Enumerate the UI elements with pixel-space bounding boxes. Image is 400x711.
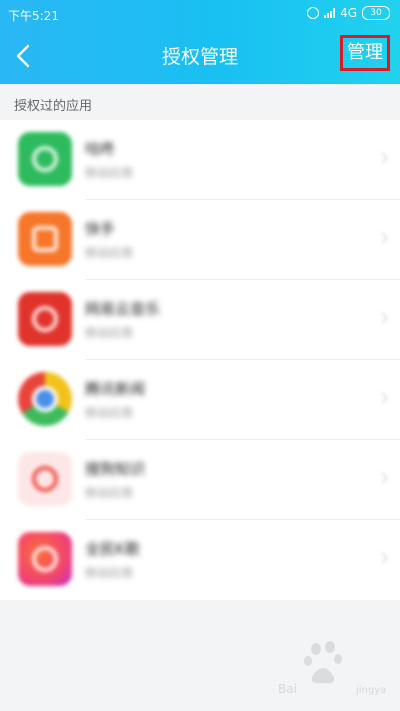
- app-name: 咕咚: [85, 140, 116, 158]
- app-icon-kuaishou: [18, 212, 72, 266]
- app-subtitle: 移动应用: [85, 406, 134, 420]
- manage-button[interactable]: 管理: [340, 35, 390, 71]
- app-name: 搜狗知识: [85, 460, 146, 478]
- chevron-right-icon: [376, 232, 388, 244]
- list-item[interactable]: 咕咚 移动应用: [0, 120, 400, 200]
- app-icon-sogou: [18, 452, 72, 506]
- nav-bar: 授权管理 管理: [0, 28, 400, 84]
- app-name: 快手: [85, 220, 116, 238]
- battery-icon: 30: [362, 6, 390, 20]
- app-subtitle: 移动应用: [85, 326, 134, 340]
- status-bar: 下午5:21 4G 30: [0, 0, 400, 28]
- app-subtitle: 移动应用: [85, 246, 134, 260]
- list-item[interactable]: 搜狗知识 移动应用: [0, 440, 400, 520]
- chevron-right-icon: [376, 312, 388, 324]
- section-label: 授权过的应用: [14, 99, 93, 114]
- chevron-right-icon: [376, 552, 388, 564]
- svg-text:Bai: Bai: [278, 682, 297, 696]
- authorized-app-list: 咕咚 移动应用 快手 移动应用 网易云音乐 移动应用 腾讯新闻 移动应用 搜狗知…: [0, 120, 400, 600]
- app-subtitle: 移动应用: [85, 566, 134, 580]
- alarm-icon: [307, 7, 320, 19]
- header: 下午5:21 4G 30 授权管理 管理: [0, 0, 400, 84]
- list-item[interactable]: 快手 移动应用: [0, 200, 400, 280]
- list-item[interactable]: 腾讯新闻 移动应用: [0, 360, 400, 440]
- signal-icon: [324, 8, 336, 18]
- app-subtitle: 移动应用: [85, 486, 134, 500]
- list-item[interactable]: 全民K歌 移动应用: [0, 520, 400, 600]
- svg-text:jingyan: jingyan: [355, 685, 386, 696]
- list-item[interactable]: 网易云音乐 移动应用: [0, 280, 400, 360]
- network-type: 4G: [340, 6, 357, 20]
- app-subtitle: 移动应用: [85, 166, 134, 180]
- app-name: 网易云音乐: [85, 300, 161, 318]
- app-name: 全民K歌: [85, 540, 140, 558]
- chevron-right-icon: [376, 472, 388, 484]
- app-icon-netease-music: [18, 292, 72, 346]
- chevron-right-icon: [376, 392, 388, 404]
- app-name: 腾讯新闻: [85, 380, 146, 398]
- chevron-right-icon: [376, 152, 388, 164]
- status-time: 下午5:21: [8, 9, 59, 23]
- app-icon-kge: [18, 532, 72, 586]
- app-icon-gudong: [18, 132, 72, 186]
- watermark-logo: Bai jingyan: [278, 641, 386, 696]
- app-icon-tencent-news: [18, 372, 72, 426]
- status-icons: 4G 30: [307, 6, 390, 20]
